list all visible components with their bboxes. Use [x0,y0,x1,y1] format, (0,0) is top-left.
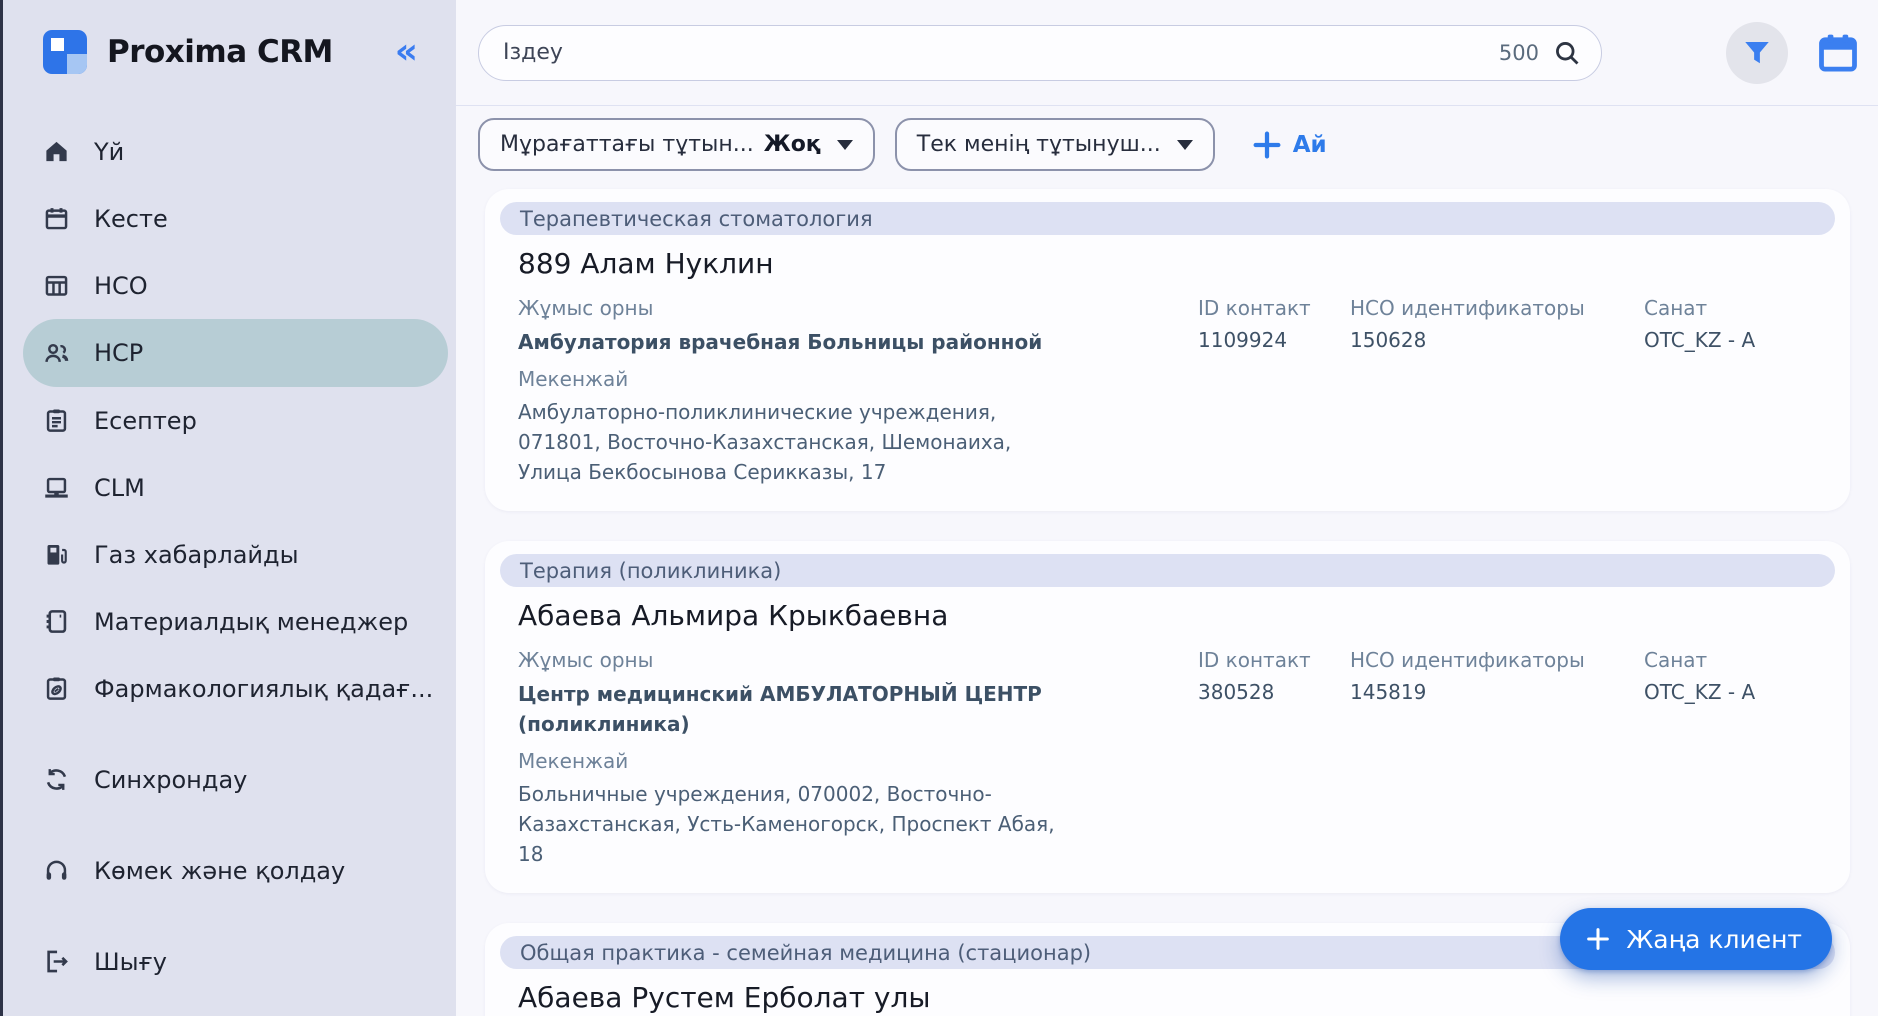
logo-row: Proxima CRM « [43,26,442,78]
address-value: Амбулаторно-поликлинические учреждения, … [518,397,1078,487]
contact-id-value: 380528 [1198,680,1350,704]
sidebar-item-hco[interactable]: НСО [43,252,442,319]
filter-button[interactable] [1726,22,1788,84]
sidebar-item-pharmacovigilance[interactable]: Фармакологиялық қадағ... [43,655,442,722]
topbar-actions [1726,22,1860,84]
sidebar-item-logout[interactable]: Шығу [43,928,442,995]
laptop-icon [43,474,70,501]
sidebar-item-sync[interactable]: Синхрондау [43,746,442,813]
app-logo [43,30,87,74]
category-value: OTC_KZ - A [1644,680,1755,704]
notebook-icon [43,608,70,635]
new-client-button[interactable]: Жаңа клиент [1560,908,1832,970]
hco-ids-label: НСО идентификаторы [1350,296,1644,320]
sidebar-item-help-support[interactable]: Көмек және қолдау [43,837,442,904]
sidebar-item-clm[interactable]: CLM [43,454,442,521]
app-title: Proxima CRM [107,34,333,70]
search-icon[interactable] [1553,39,1581,67]
result-limit-badge: 500 [1499,41,1539,65]
sidebar-item-reports[interactable]: Есептер [43,387,442,454]
sidebar-item-label: Газ хабарлайды [94,541,299,569]
sidebar-item-home[interactable]: Үй [43,118,442,185]
sidebar-item-label: Көмек және қолдау [94,857,345,885]
category-value: OTC_KZ - A [1644,328,1755,352]
sidebar-item-label: НСР [94,339,143,367]
calendar-button[interactable] [1816,31,1860,75]
report-clipboard-icon [43,407,70,434]
hco-id-value: 145819 [1350,680,1644,704]
chevron-down-icon [837,140,853,150]
client-name: Абаева Рустем Ерболат улы [518,981,1817,1014]
sidebar-item-label: Есептер [94,407,197,435]
filter-label: Тек менің тұтынуш... [917,132,1161,157]
client-card[interactable]: Терапевтическая стоматология 889 Алам Ну… [485,189,1850,511]
funnel-icon [1742,38,1772,68]
sidebar-item-label: CLM [94,474,145,502]
sidebar-item-hcp[interactable]: НСР [23,319,448,387]
sidebar: Proxima CRM « Үй Кесте НСО НСР Есептер C… [3,0,456,1016]
sidebar-item-gas-notify[interactable]: Газ хабарлайды [43,521,442,588]
address-label: Мекенжай [518,367,1078,391]
sidebar-item-label: Синхрондау [94,766,247,794]
fuel-pump-icon [43,541,70,568]
client-name: Абаева Альмира Крыкбаевна [518,599,1817,632]
sidebar-item-label: НСО [94,272,148,300]
archived-customers-filter[interactable]: Мұрағаттағы тұтын... Жоқ [478,118,875,171]
sidebar-item-material-manager[interactable]: Материалдық менеджер [43,588,442,655]
chevron-down-icon [1177,140,1193,150]
contact-id-value: 1109924 [1198,328,1350,352]
filter-value: Жоқ [764,132,821,157]
address-label: Мекенжай [518,749,1078,773]
hco-ids-label: НСО идентификаторы [1350,648,1644,672]
table-icon [43,272,70,299]
headset-icon [43,857,70,884]
home-icon [43,138,70,165]
search-input[interactable] [503,40,1499,65]
sidebar-nav: Үй Кесте НСО НСР Есептер CLM Газ хабарла… [43,118,442,995]
sidebar-item-label: Фармакологиялық қадағ... [94,675,433,703]
plus-icon [1251,129,1283,161]
workplace-label: Жұмыс орны [518,296,1078,320]
address-value: Больничные учреждения, 070002, Восточно-… [518,779,1078,869]
main-content: 500 Мұрағаттағы тұтын... Жоқ [456,0,1878,1016]
topbar: 500 [456,0,1878,106]
workplace-value: Центр медицинский АМБУЛАТОРНЫЙ ЦЕНТР (по… [518,679,1078,739]
specialty-badge: Терапевтическая стоматология [500,202,1835,235]
specialty-badge: Терапия (поликлиника) [500,554,1835,587]
sidebar-collapse-icon[interactable]: « [395,34,418,70]
add-month-label: Ай [1293,132,1327,158]
sync-icon [43,766,70,793]
search-bar: 500 [478,25,1602,81]
pharma-clipboard-icon [43,675,70,702]
contact-id-label: ID контакт [1198,296,1350,320]
client-card[interactable]: Терапия (поликлиника) Абаева Альмира Кры… [485,541,1850,893]
sidebar-item-label: Материалдық менеджер [94,608,408,636]
category-label: Санат [1644,296,1755,320]
calendar-icon [1816,31,1860,75]
sidebar-item-schedule[interactable]: Кесте [43,185,442,252]
sidebar-item-label: Шығу [94,948,167,976]
hco-id-value: 150628 [1350,328,1644,352]
workplace-value: Амбулатория врачебная Больницы районной [518,327,1078,357]
category-label: Санат [1644,648,1755,672]
sidebar-item-label: Үй [94,138,124,166]
client-name: 889 Алам Нуклин [518,247,1817,280]
filter-label: Мұрағаттағы тұтын... [500,132,754,157]
only-my-customers-filter[interactable]: Тек менің тұтынуш... [895,118,1215,171]
contact-id-label: ID контакт [1198,648,1350,672]
logout-icon [43,948,70,975]
add-month-button[interactable]: Ай [1251,129,1327,161]
filter-chips-row: Мұрағаттағы тұтын... Жоқ Тек менің тұтын… [456,106,1878,187]
workplace-label: Жұмыс орны [518,648,1078,672]
new-client-label: Жаңа клиент [1626,925,1802,954]
client-list: Терапевтическая стоматология 889 Алам Ну… [456,187,1878,1016]
sidebar-item-label: Кесте [94,205,168,233]
calendar-icon [43,205,70,232]
people-icon [43,340,70,367]
plus-icon [1584,925,1612,953]
